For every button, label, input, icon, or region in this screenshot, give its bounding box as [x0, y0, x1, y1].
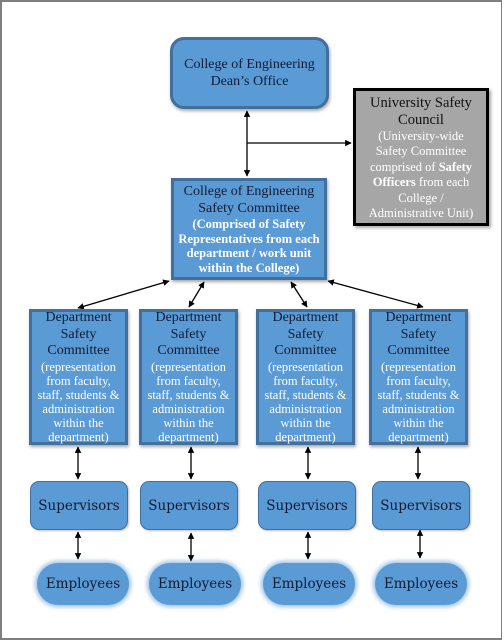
dept-desc-3: staff, students &: [37, 387, 120, 402]
dept-desc-6: department): [388, 429, 449, 444]
dept-desc-4: administration: [42, 401, 115, 416]
college-committee-desc-1b: Safety: [272, 217, 306, 231]
dept-desc-2: from faculty,: [386, 373, 451, 388]
employees-node: Employees: [375, 563, 467, 605]
dean-office-title-2: Dean’s Office: [210, 74, 289, 89]
dept-title-1: Department: [45, 310, 112, 326]
council-desc-2: Safety Committee: [375, 144, 467, 158]
college-committee-desc-4: within the College): [198, 260, 300, 275]
university-safety-council-node: University Safety Council (University-wi…: [353, 88, 489, 226]
dept-desc-1: (representation: [151, 359, 226, 374]
dept-desc-4: administration: [152, 401, 225, 416]
council-desc-5: College /: [398, 190, 444, 205]
dept-title-1: Department: [385, 310, 452, 326]
supervisors-node: Supervisors: [30, 481, 128, 530]
council-desc-3a: comprised of: [369, 159, 439, 174]
council-desc-6: Administrative Unit): [368, 206, 474, 220]
dept-desc-2: from faculty,: [273, 373, 338, 388]
employees-node: Employees: [263, 563, 355, 605]
dept-desc-1: (representation: [381, 359, 456, 374]
dept-title-3: Committee: [47, 343, 110, 359]
dept-desc-3: staff, students &: [264, 387, 347, 402]
dept-desc-4: administration: [269, 401, 342, 416]
dept-title-3: Committee: [157, 343, 220, 359]
supervisors-node: Supervisors: [258, 481, 356, 530]
college-committee-desc-2a: Representatives: [178, 231, 263, 246]
department-committee-node: Department Safety Committee (representat…: [256, 309, 355, 445]
council-title-1: University Safety: [370, 94, 472, 111]
council-title-2: Council: [398, 111, 444, 128]
supervisors-node: Supervisors: [372, 481, 470, 530]
dept-desc-5: within the: [280, 415, 331, 430]
council-desc-4b: from each: [415, 175, 470, 189]
dept-title-3: Committee: [274, 343, 337, 359]
council-desc-3: comprised of Safety: [370, 160, 472, 176]
dept-desc-3: staff, students &: [377, 387, 460, 402]
council-desc-3b: Safety: [438, 159, 473, 174]
dept-title-2: Safety: [170, 326, 207, 342]
council-desc-4: Officers from each: [373, 175, 469, 191]
college-committee-desc-2: Representatives from each: [178, 232, 319, 247]
dept-title-1: Department: [155, 310, 222, 326]
college-committee-desc-1: (Comprised of Safety: [192, 217, 305, 232]
dept-desc-2: from faculty,: [46, 373, 111, 388]
dept-desc-5: within the: [53, 415, 104, 430]
dept-title-3: Committee: [387, 343, 450, 359]
dept-desc-4: administration: [382, 401, 455, 416]
dept-title-2: Safety: [400, 326, 437, 342]
college-committee-title-1: College of Engineering: [183, 184, 315, 199]
college-safety-committee-node: College of Engineering Safety Committee …: [171, 178, 327, 280]
dept-desc-1: (representation: [268, 359, 343, 374]
dept-desc-5: within the: [393, 415, 444, 430]
dean-office-node: College of Engineering Dean’s Office: [170, 37, 329, 109]
dept-desc-2: from faculty,: [156, 373, 221, 388]
employees-node: Employees: [149, 563, 241, 605]
dept-title-2: Safety: [287, 326, 324, 342]
dept-title-1: Department: [272, 310, 339, 326]
college-committee-desc-3: department / work unit: [186, 246, 312, 260]
council-desc-1: (University-wide: [378, 128, 464, 143]
dept-desc-6: department): [158, 429, 219, 444]
dept-desc-1: (representation: [41, 359, 116, 374]
college-committee-desc-2b: from each: [262, 231, 320, 246]
dept-desc-5: within the: [163, 415, 214, 430]
department-committee-node: Department Safety Committee (representat…: [139, 309, 238, 445]
dean-office-title-1: College of Engineering: [184, 57, 315, 72]
employees-node: Employees: [37, 563, 129, 605]
dept-title-2: Safety: [60, 326, 97, 342]
college-committee-title-2: Safety Committee: [198, 201, 300, 216]
dept-desc-6: department): [48, 429, 109, 444]
council-desc-4a: Officers: [372, 175, 416, 189]
dept-desc-3: staff, students &: [147, 387, 230, 402]
department-committee-node: Department Safety Committee (representat…: [29, 309, 128, 445]
supervisors-node: Supervisors: [140, 481, 238, 530]
department-committee-node: Department Safety Committee (representat…: [369, 309, 468, 445]
college-committee-desc-1a: (Comprised of: [192, 217, 273, 231]
dept-desc-6: department): [275, 429, 336, 444]
